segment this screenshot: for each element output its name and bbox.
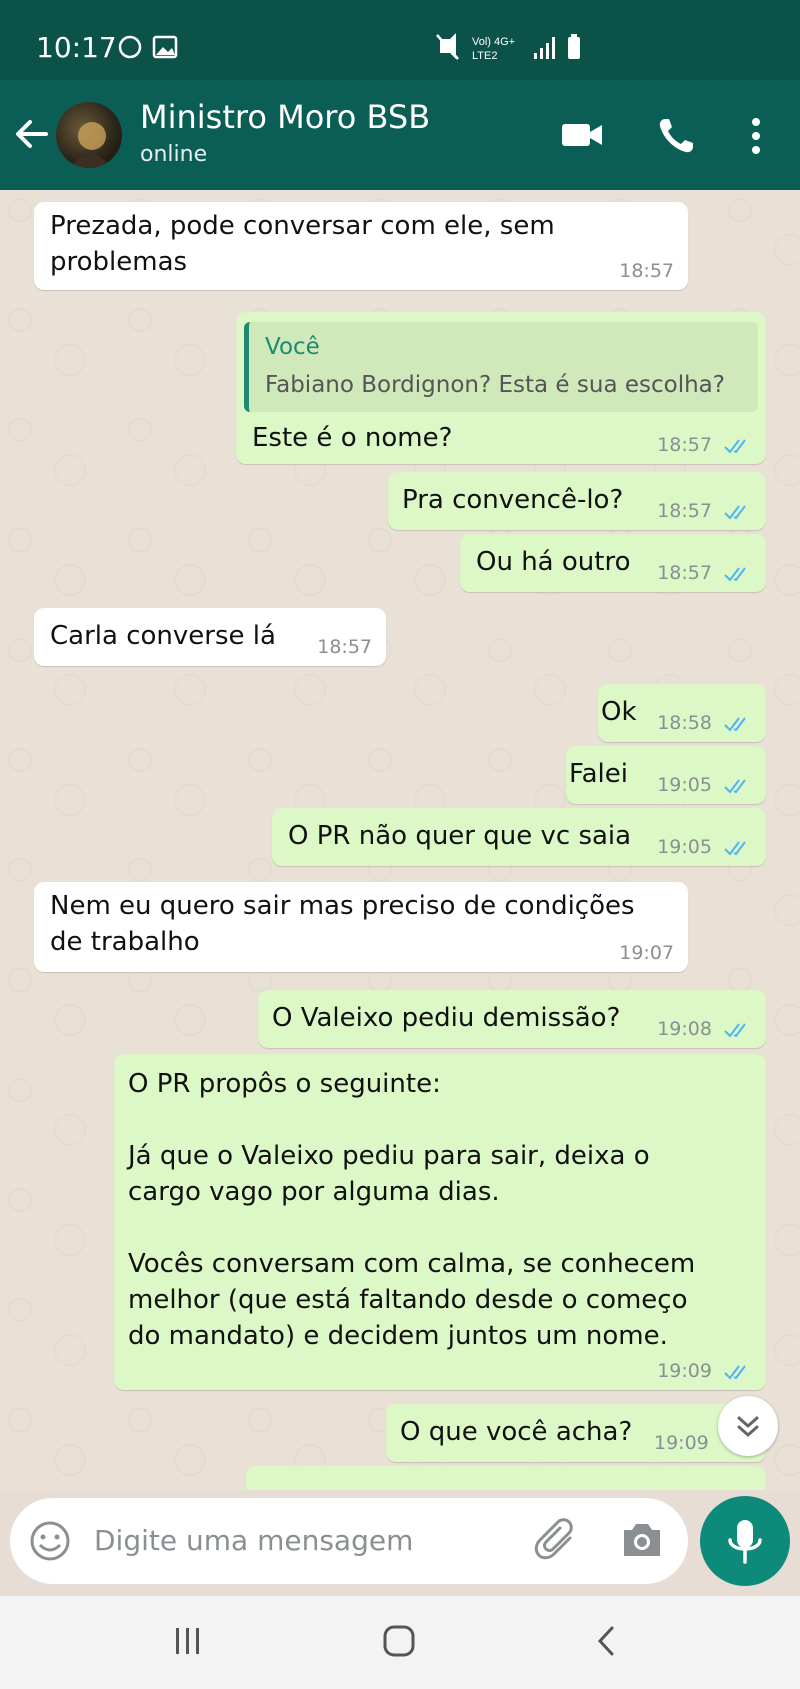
video-call-icon[interactable] xyxy=(560,116,604,152)
message-meta: 18:57 xyxy=(657,562,752,584)
double-check-icon xyxy=(724,438,746,454)
message-outgoing[interactable]: Ou há outro 18:57 xyxy=(460,534,766,592)
phone-icon[interactable] xyxy=(656,116,696,156)
message-meta: 19:05 xyxy=(657,774,752,796)
quote-text: Fabiano Bordignon? Esta é sua escolha? xyxy=(265,372,725,398)
message-outgoing[interactable]: O PR propôs o seguinte: Já que o Valeixo… xyxy=(114,1054,766,1390)
message-time: 19:07 xyxy=(619,942,674,964)
message-time: 18:57 xyxy=(657,500,712,522)
message-time: 18:57 xyxy=(619,260,674,282)
message-text: do mandato) e decidem juntos um nome. xyxy=(128,1321,668,1351)
whatsapp-gallery-icons xyxy=(118,35,178,59)
message-text: Pra convencê-lo? xyxy=(402,485,624,515)
double-check-icon xyxy=(724,504,746,520)
message-outgoing[interactable]: O que você acha? 19:09 xyxy=(386,1404,766,1462)
home-icon[interactable] xyxy=(380,1622,418,1660)
recent-apps-icon[interactable] xyxy=(170,1622,206,1658)
quote-author: Você xyxy=(265,334,320,360)
voice-message-button[interactable] xyxy=(700,1496,790,1586)
message-outgoing[interactable]: Ok 18:58 xyxy=(598,684,766,742)
message-incoming[interactable]: Nem eu quero sair mas preciso de condiçõ… xyxy=(34,882,688,972)
net-label-1: Vol) 4G+ xyxy=(472,36,515,48)
message-text: O PR não quer que vc saia xyxy=(288,821,632,851)
message-meta: 18:57 xyxy=(657,500,752,522)
message-incoming[interactable]: Carla converse lá 18:57 xyxy=(34,608,386,666)
quoted-message[interactable]: Você Fabiano Bordignon? Esta é sua escol… xyxy=(244,322,758,412)
status-system-icons: Vol) 4G+ LTE2 xyxy=(436,33,586,67)
message-outgoing-reply[interactable]: Você Fabiano Bordignon? Esta é sua escol… xyxy=(236,312,766,464)
avatar[interactable] xyxy=(56,102,122,168)
message-list[interactable]: Prezada, pode conversar com ele, sem pro… xyxy=(0,190,800,1490)
message-meta: 19:08 xyxy=(657,1018,752,1040)
contact-presence: online xyxy=(140,142,208,167)
message-time: 19:05 xyxy=(657,774,712,796)
message-meta: 18:58 xyxy=(657,712,752,734)
message-time: 19:09 xyxy=(654,1432,709,1454)
message-text: O Valeixo pediu demissão? xyxy=(272,1003,621,1033)
camera-icon[interactable] xyxy=(620,1520,664,1560)
double-check-icon xyxy=(724,778,746,794)
message-text: Já que o Valeixo pediu para sair, deixa … xyxy=(128,1141,650,1171)
status-notification-icons xyxy=(118,34,178,64)
message-text: Prezada, pode conversar com ele, sem xyxy=(50,211,555,241)
message-outgoing[interactable]: Pra convencê-lo? 18:57 xyxy=(388,472,766,530)
message-text: Ou há outro xyxy=(476,547,631,577)
scroll-to-bottom-button[interactable] xyxy=(718,1396,778,1456)
double-check-icon xyxy=(724,566,746,582)
back-arrow-icon[interactable] xyxy=(12,114,52,154)
message-text: Ok xyxy=(601,697,637,727)
system-navigation-bar xyxy=(0,1596,800,1689)
contact-name[interactable]: Ministro Moro BSB xyxy=(140,98,430,136)
message-meta: 19:09 xyxy=(657,1360,752,1382)
message-text: Falei xyxy=(569,759,628,789)
message-time: 18:57 xyxy=(657,434,712,456)
status-time: 10:17 xyxy=(36,31,117,64)
message-incoming[interactable]: Prezada, pode conversar com ele, sem pro… xyxy=(34,202,688,290)
message-time: 19:09 xyxy=(657,1360,712,1382)
double-check-icon xyxy=(724,840,746,856)
message-text: Carla converse lá xyxy=(50,621,276,651)
status-bar: 10:17 Vol) 4G+ LTE2 xyxy=(0,0,800,80)
signal-battery-icons: Vol) 4G+ LTE2 xyxy=(436,33,580,62)
message-text: melhor (que está faltando desde o começo xyxy=(128,1285,688,1315)
message-text: O PR propôs o seguinte: xyxy=(128,1069,441,1099)
double-check-icon xyxy=(724,1364,746,1380)
message-text: Vocês conversam com calma, se conhecem xyxy=(128,1249,696,1279)
message-outgoing[interactable]: Falei 19:05 xyxy=(566,746,766,804)
emoji-icon[interactable] xyxy=(28,1519,72,1563)
back-nav-icon[interactable] xyxy=(592,1622,622,1660)
message-text: Este é o nome? xyxy=(252,423,453,453)
message-text: de trabalho xyxy=(50,927,200,957)
net-label-2: LTE2 xyxy=(472,50,497,62)
mic-icon xyxy=(728,1520,762,1564)
chat-header: Ministro Moro BSB online xyxy=(0,80,800,190)
attach-icon[interactable] xyxy=(534,1518,580,1564)
message-text: cargo vago por alguma dias. xyxy=(128,1177,500,1207)
message-meta: 19:05 xyxy=(657,836,752,858)
message-meta: 18:57 xyxy=(657,434,752,456)
double-check-icon xyxy=(724,716,746,732)
message-time: 18:57 xyxy=(317,636,372,658)
chevron-double-down-icon xyxy=(737,1416,759,1437)
message-text: O que você acha? xyxy=(400,1417,633,1447)
message-outgoing[interactable]: O Valeixo pediu demissão? 19:08 xyxy=(258,990,766,1048)
double-check-icon xyxy=(724,1022,746,1038)
more-vert-icon[interactable] xyxy=(748,116,764,156)
message-outgoing-partial[interactable] xyxy=(246,1466,766,1490)
message-text: Nem eu quero sair mas preciso de condiçõ… xyxy=(50,891,635,921)
message-time: 19:08 xyxy=(657,1018,712,1040)
message-outgoing[interactable]: O PR não quer que vc saia 19:05 xyxy=(272,808,766,866)
message-time: 18:57 xyxy=(657,562,712,584)
message-input[interactable]: Digite uma mensagem xyxy=(94,1524,413,1557)
message-composer: Digite uma mensagem xyxy=(10,1498,688,1584)
message-text: problemas xyxy=(50,247,188,277)
message-time: 19:05 xyxy=(657,836,712,858)
message-time: 18:58 xyxy=(657,712,712,734)
